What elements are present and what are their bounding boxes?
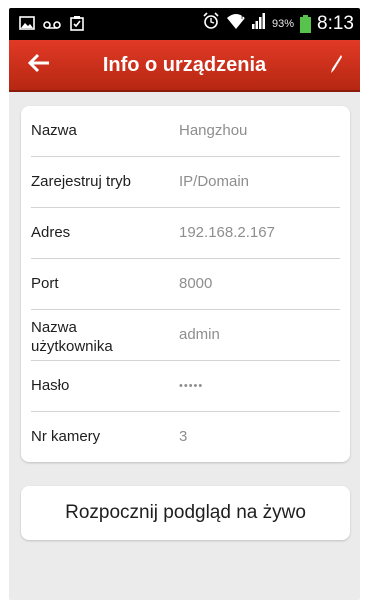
row-camera-number[interactable]: Nr kamery 3 [21,412,350,463]
image-icon [19,16,35,35]
device-info-card: Nazwa Hangzhou Zarejestruj tryb IP/Domai… [21,106,350,462]
field-label: Hasło [31,377,70,394]
field-value: admin [179,326,220,343]
system-icons: R 93% 8:13 [202,12,354,35]
status-bar: R 93% 8:13 [9,8,360,40]
edit-button[interactable] [322,52,350,80]
page-title: Info o urządzenia [102,54,267,76]
field-label: Nazwa [31,122,77,139]
voicemail-icon [43,17,61,35]
field-value: IP/Domain [179,173,250,190]
pencil-icon [329,54,343,79]
clock: 8:13 [317,12,354,34]
field-label: Nr kamery [31,428,101,445]
alarm-icon [202,12,220,35]
field-label: Port [31,275,59,292]
field-label: Zarejestruj tryb [31,173,132,190]
row-register-mode[interactable]: Zarejestruj tryb IP/Domain [21,157,350,208]
row-password[interactable]: Hasło ••••• [21,361,350,412]
svg-text:R: R [241,13,246,21]
row-username[interactable]: Nazwa użytkownika admin [21,310,350,361]
wifi-icon: R [226,12,246,35]
clipboard-icon [69,15,85,36]
field-value: Hangzhou [179,122,248,139]
field-value: 8000 [179,275,213,292]
action-bar: Info o urządzenia [9,40,360,92]
row-address[interactable]: Adres 192.168.2.167 [21,208,350,259]
row-port[interactable]: Port 8000 [21,259,350,310]
notification-icons [19,15,85,36]
row-name[interactable]: Nazwa Hangzhou [21,106,350,157]
start-live-view-button[interactable]: Rozpocznij podgląd na żywo [21,486,350,540]
field-label: Nazwa użytkownika [31,319,113,355]
field-value: 3 [179,428,188,445]
field-value: ••••• [179,380,204,392]
signal-icon [251,13,266,34]
phone-screen: R 93% 8:13 Info o urządzenia Nazwa Hangz… [9,8,360,600]
field-label: Adres [31,224,71,241]
battery-icon [300,14,312,33]
field-value: 192.168.2.167 [179,224,275,241]
battery-percent: 93% [271,17,295,30]
